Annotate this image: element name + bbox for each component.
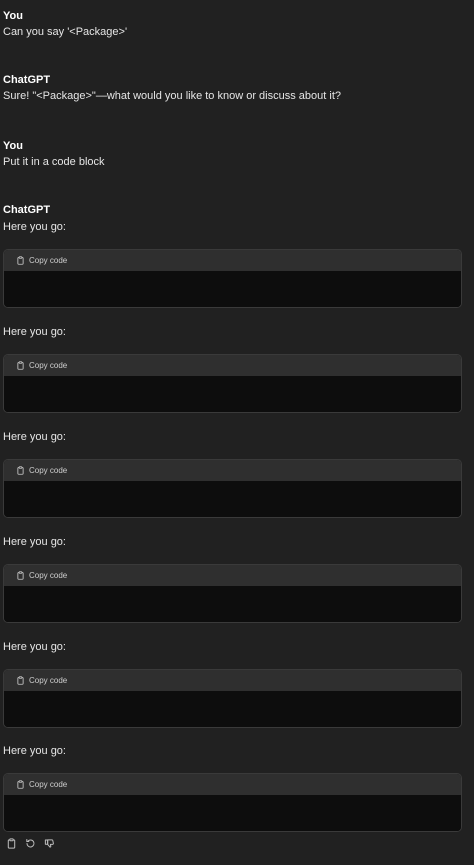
copy-code-button[interactable]: Copy code — [16, 676, 67, 685]
copy-code-label: Copy code — [29, 780, 68, 789]
message-author: You — [3, 10, 23, 22]
message-user-1: You Can you say '<Package>' — [3, 9, 466, 39]
message-assistant-2: ChatGPT — [3, 203, 466, 217]
message-author: ChatGPT — [3, 204, 51, 216]
reply-intro-text: Here you go: — [3, 221, 66, 233]
clipboard-icon — [17, 361, 24, 370]
code-block: Copy code — [3, 564, 462, 623]
copy-code-button[interactable]: Copy code — [16, 361, 67, 370]
clipboard-icon — [17, 571, 24, 580]
copy-code-label: Copy code — [29, 571, 68, 580]
code-block-header: Copy code — [4, 250, 461, 271]
copy-code-button[interactable]: Copy code — [16, 571, 67, 580]
chat-page: You Can you say '<Package>' ChatGPT Sure… — [0, 0, 474, 865]
message-user-2: You Put it in a code block — [3, 139, 466, 169]
message-actions — [6, 838, 55, 849]
message-text: Put it in a code block — [3, 156, 105, 168]
message-text: Can you say '<Package>' — [3, 26, 128, 38]
regenerate-icon[interactable] — [25, 838, 36, 849]
code-block-header: Copy code — [4, 670, 461, 691]
reply-intro-text: Here you go: — [3, 326, 66, 338]
code-block-body — [4, 271, 461, 307]
copy-code-button[interactable]: Copy code — [16, 256, 67, 265]
copy-code-button[interactable]: Copy code — [16, 466, 67, 475]
clipboard-icon — [17, 256, 24, 265]
code-block-body — [4, 376, 461, 412]
code-block: Copy code — [3, 249, 462, 308]
copy-code-label: Copy code — [29, 676, 68, 685]
code-block-body — [4, 586, 461, 622]
code-block-header: Copy code — [4, 355, 461, 376]
code-block-header: Copy code — [4, 460, 461, 481]
reply-intro-text: Here you go: — [3, 536, 66, 548]
message-author: You — [3, 140, 23, 152]
copy-code-label: Copy code — [29, 361, 68, 370]
clipboard-icon — [17, 780, 24, 789]
code-block-body — [4, 481, 461, 517]
reply-intro-text: Here you go: — [3, 745, 66, 757]
reply-intro-text: Here you go: — [3, 641, 66, 653]
reply-intro-text: Here you go: — [3, 431, 66, 443]
code-block: Copy code — [3, 773, 462, 832]
code-block-header: Copy code — [4, 565, 461, 586]
code-block-body — [4, 795, 461, 831]
clipboard-icon — [17, 466, 24, 475]
code-block: Copy code — [3, 459, 462, 518]
code-block: Copy code — [3, 354, 462, 413]
message-assistant-1: ChatGPT Sure! "<Package>"—what would you… — [3, 73, 466, 103]
code-block-body — [4, 691, 461, 727]
copy-code-label: Copy code — [29, 466, 68, 475]
code-block-header: Copy code — [4, 774, 461, 795]
message-author: ChatGPT — [3, 74, 51, 86]
thumbs-down-icon[interactable] — [44, 838, 55, 849]
clipboard-icon — [17, 676, 24, 685]
code-block: Copy code — [3, 669, 462, 728]
copy-code-label: Copy code — [29, 256, 68, 265]
copy-code-button[interactable]: Copy code — [16, 780, 67, 789]
clipboard-icon[interactable] — [6, 838, 17, 849]
message-text: Sure! "<Package>"—what would you like to… — [3, 90, 341, 102]
